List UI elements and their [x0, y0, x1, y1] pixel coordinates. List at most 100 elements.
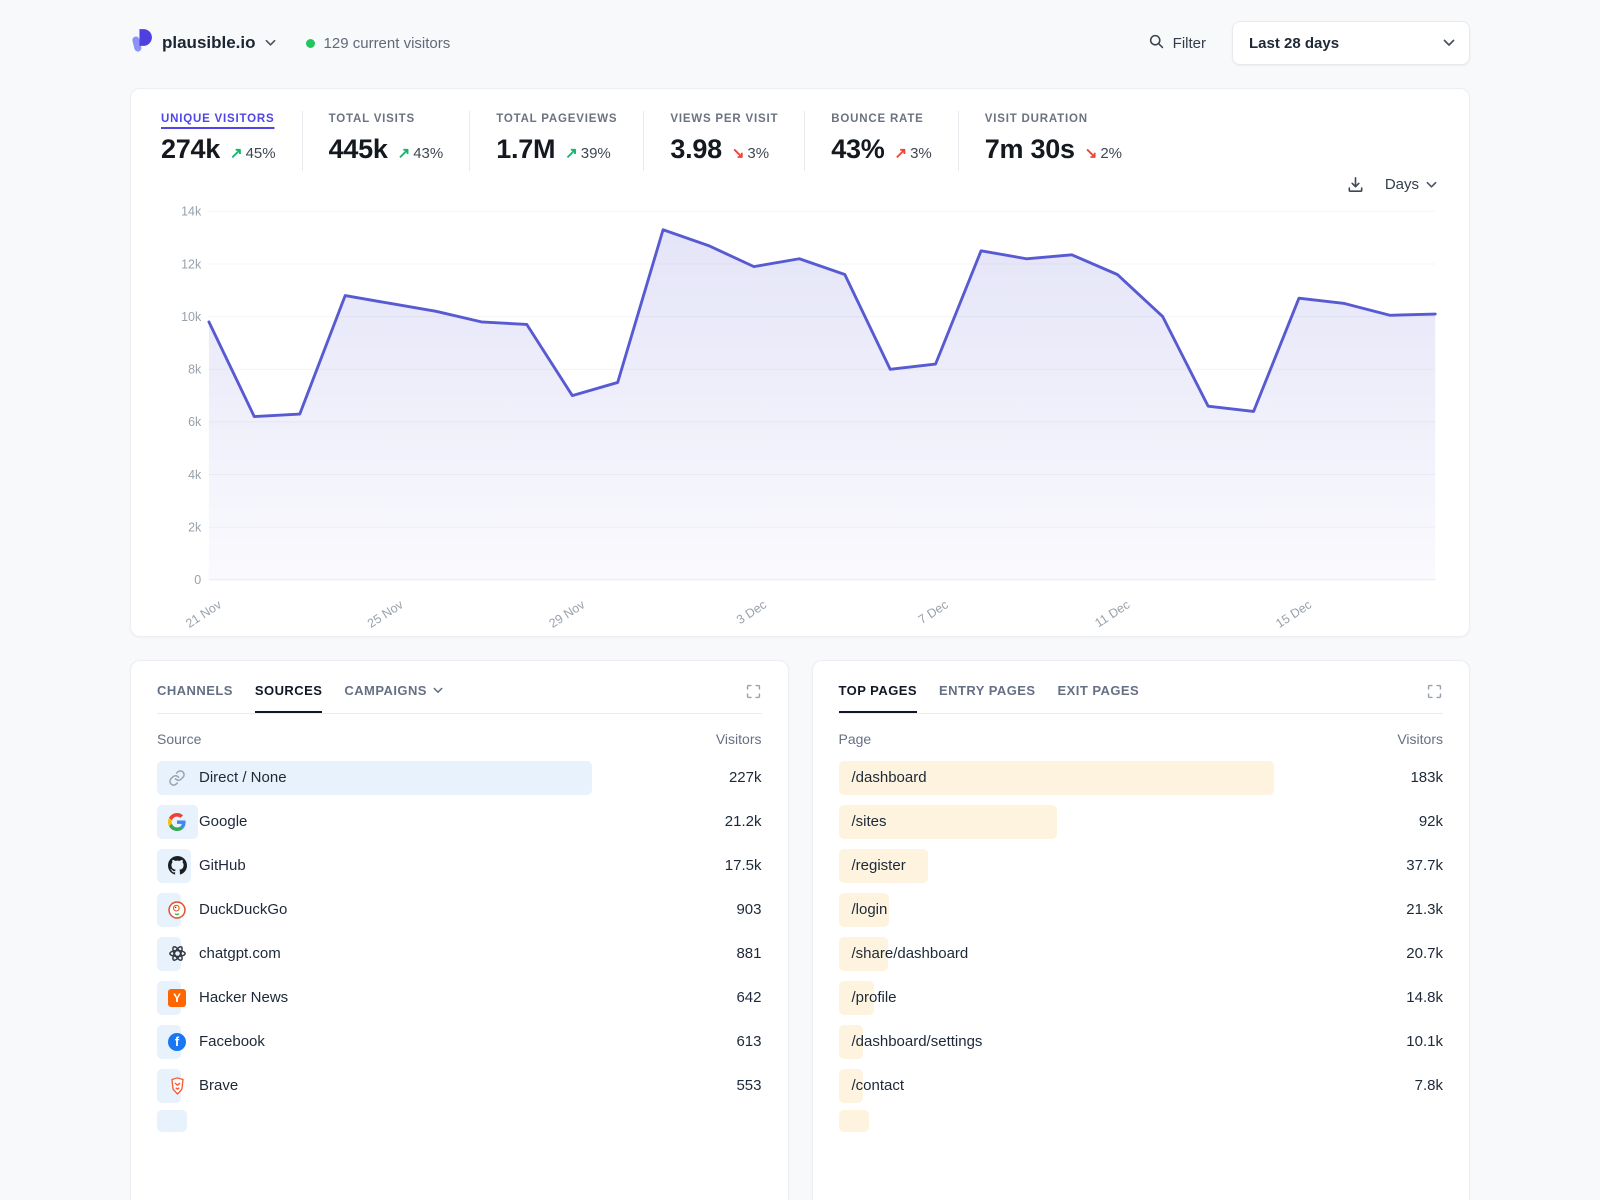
page-name: /dashboard/settings	[839, 1033, 983, 1050]
tab-sources[interactable]: SOURCES	[255, 683, 322, 713]
chart-controls: Days	[163, 175, 1437, 194]
stat-total-pageviews[interactable]: TOTAL PAGEVIEWS 1.7M ↗39%	[469, 111, 643, 171]
source-name: chatgpt.com	[157, 944, 281, 964]
stat-label: UNIQUE VISITORS	[161, 113, 276, 125]
interval-select[interactable]: Days	[1385, 176, 1437, 193]
stat-visit-duration[interactable]: VISIT DURATION7m 30s↘2%	[958, 111, 1148, 171]
svg-text:3 Dec: 3 Dec	[734, 597, 769, 626]
column-visitors: Visitors	[716, 731, 762, 747]
site-name: plausible.io	[162, 33, 256, 53]
interval-label: Days	[1385, 176, 1419, 193]
svg-text:2k: 2k	[188, 521, 202, 535]
chevron-down-icon	[265, 39, 276, 47]
trend-up-icon: ↗	[895, 144, 908, 162]
svg-text:29 Nov: 29 Nov	[547, 597, 588, 630]
row-name-text: /login	[852, 901, 888, 918]
page-row[interactable]: /profile 14.8k	[839, 976, 1444, 1020]
link-icon	[167, 768, 187, 788]
row-name-text: /dashboard/settings	[852, 1033, 983, 1050]
expand-icon[interactable]	[745, 683, 762, 713]
site-picker[interactable]: plausible.io	[130, 28, 276, 59]
row-name-text: Direct / None	[199, 769, 287, 786]
stat-unique-visitors[interactable]: UNIQUE VISITORS 274k ↗45%	[159, 111, 302, 171]
date-range-select[interactable]: Last 28 days	[1232, 21, 1470, 65]
source-row[interactable]: Direct / None227k	[157, 756, 762, 800]
stat-change-value: 2%	[1100, 145, 1122, 162]
row-name-text: Hacker News	[199, 989, 288, 1006]
source-visitors: 553	[736, 1077, 761, 1094]
current-visitors-label: 129 current visitors	[324, 35, 451, 52]
tab-campaigns[interactable]: CAMPAIGNS	[344, 683, 443, 711]
stat-views-per-visit[interactable]: VIEWS PER VISIT3.98↘3%	[643, 111, 804, 171]
page-visitors: 10.1k	[1406, 1033, 1443, 1050]
source-row[interactable]: chatgpt.com881	[157, 932, 762, 976]
source-row[interactable]: DuckDuckGo903	[157, 888, 762, 932]
trend-down-icon: ↘	[1085, 144, 1098, 162]
facebook-icon: f	[167, 1032, 187, 1052]
stat-change-value: 45%	[246, 145, 276, 162]
tab-channels[interactable]: CHANNELS	[157, 683, 233, 711]
column-visitors: Visitors	[1397, 731, 1443, 747]
hackernews-icon: Y	[167, 988, 187, 1008]
stats-row: UNIQUE VISITORS274k↗45%TOTAL VISITS445k↗…	[159, 111, 1441, 171]
trend-up-icon: ↗	[565, 144, 578, 162]
page-row[interactable]: /dashboard/settings 10.1k	[839, 1020, 1444, 1064]
source-row[interactable]: GitHub 17.5k	[157, 844, 762, 888]
source-visitors: 17.5k	[725, 857, 762, 874]
plausible-dashboard: plausible.io 129 current visitors Filter…	[130, 0, 1470, 1200]
pages-tabs: TOP PAGES ENTRY PAGES EXIT PAGES	[839, 683, 1444, 714]
stat-label: TOTAL VISITS	[329, 113, 444, 125]
live-dot-icon	[306, 39, 315, 48]
page-row[interactable]: /share/dashboard20.7k	[839, 932, 1444, 976]
stat-value: 274k	[161, 134, 220, 165]
page-name: /profile	[839, 989, 897, 1006]
stat-change-value: 43%	[413, 145, 443, 162]
tab-entry-pages[interactable]: ENTRY PAGES	[939, 683, 1036, 711]
source-row[interactable]: fFacebook613	[157, 1020, 762, 1064]
github-icon	[167, 856, 187, 876]
svg-text:14k: 14k	[181, 205, 202, 219]
stat-change-value: 39%	[581, 145, 611, 162]
svg-text:4k: 4k	[188, 468, 202, 482]
stat-change: ↘3%	[732, 144, 769, 162]
page-row[interactable]: /contact7.8k	[839, 1064, 1444, 1108]
source-visitors: 21.2k	[725, 813, 762, 830]
trend-up-icon: ↗	[230, 144, 243, 162]
sources-rows: Direct / None227kGoogle21.2k GitHub 17.5k D…	[157, 756, 762, 1132]
chevron-down-icon	[433, 687, 443, 694]
tab-exit-pages[interactable]: EXIT PAGES	[1058, 683, 1140, 711]
page-visitors: 14.8k	[1406, 989, 1443, 1006]
row-name-text: /profile	[852, 989, 897, 1006]
source-row[interactable]: YHacker News642	[157, 976, 762, 1020]
page-visitors: 183k	[1410, 769, 1443, 786]
stat-value: 1.7M	[496, 134, 555, 165]
page-row[interactable]: /dashboard183k	[839, 756, 1444, 800]
stat-label: TOTAL PAGEVIEWS	[496, 113, 617, 125]
tab-top-pages[interactable]: TOP PAGES	[839, 683, 918, 713]
source-name: GitHub	[157, 856, 246, 876]
current-visitors-link[interactable]: 129 current visitors	[306, 35, 451, 52]
download-icon[interactable]	[1346, 175, 1365, 194]
page-row[interactable]: /login21.3k	[839, 888, 1444, 932]
expand-icon[interactable]	[1426, 683, 1443, 713]
column-source: Source	[157, 731, 201, 747]
stat-change: ↗39%	[565, 144, 611, 162]
source-row[interactable]: Brave553	[157, 1064, 762, 1108]
page-row[interactable]: /register37.7k	[839, 844, 1444, 888]
page-row[interactable]: /sites92k	[839, 800, 1444, 844]
stat-total-visits[interactable]: TOTAL VISITS445k↗43%	[302, 111, 470, 171]
svg-text:0: 0	[194, 573, 201, 587]
chevron-down-icon	[1426, 181, 1437, 189]
source-row[interactable]: Google21.2k	[157, 800, 762, 844]
tab-label: TOP PAGES	[839, 683, 918, 698]
filter-button[interactable]: Filter	[1148, 33, 1206, 54]
page-name: /login	[839, 901, 888, 918]
tab-label: EXIT PAGES	[1058, 683, 1140, 698]
google-icon	[167, 812, 187, 832]
visitors-chart-svg: 02k4k6k8k10k12k14k21 Nov25 Nov29 Nov3 De…	[159, 196, 1441, 630]
trend-up-icon: ↗	[398, 144, 411, 162]
stat-value: 3.98	[670, 134, 721, 165]
stat-bounce-rate[interactable]: BOUNCE RATE43%↗3%	[804, 111, 958, 171]
page-name: /share/dashboard	[839, 945, 969, 962]
chevron-down-icon	[1443, 39, 1455, 47]
